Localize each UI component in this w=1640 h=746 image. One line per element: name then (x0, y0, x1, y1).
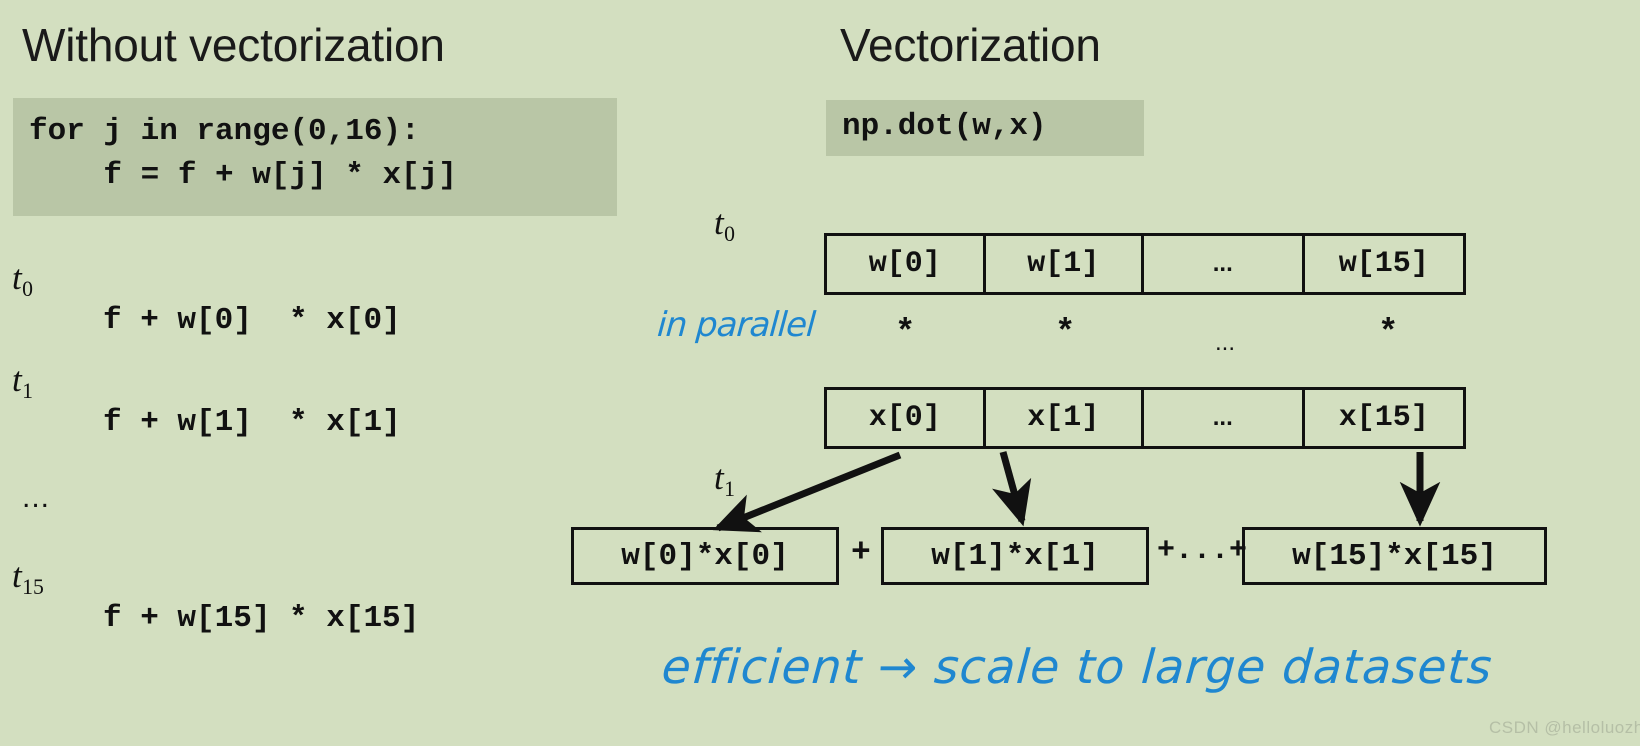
arrow-x0-to-product0 (712, 451, 902, 533)
left-time-label-t0: t0 (12, 258, 33, 301)
slide-canvas: Without vectorization for j in range(0,1… (0, 0, 1640, 746)
w-array-cell-ellipsis: ... (1144, 236, 1305, 292)
left-step-expression-1: f + w[1] * x[1] (103, 405, 401, 440)
right-time-label-t0-base: t (714, 203, 724, 242)
x-array-cell-15: x[15] (1338, 401, 1429, 435)
left-time-label-t1: t1 (12, 360, 33, 403)
x-array-cell-0: x[0] (827, 390, 986, 446)
watermark-label: CSDN @helloluozhi (1489, 718, 1640, 737)
right-time-label-t1: t1 (714, 458, 735, 501)
product-box-15: w[15]*x[15] (1242, 527, 1547, 585)
product-separator-1: +...+ (1157, 534, 1248, 568)
x-array-cell-ellipsis: ... (1144, 390, 1305, 446)
arrow-x1-to-product1 (992, 451, 1032, 527)
product-separator-0: + (851, 534, 871, 571)
left-step-expression-0: f + w[0] * x[0] (103, 303, 401, 338)
left-code-block: for j in range(0,16): f = f + w[j] * x[j… (13, 98, 617, 216)
left-column-heading: Without vectorization (22, 19, 445, 71)
left-time-label-t1-base: t (12, 360, 22, 399)
left-time-label-t0-index: 0 (22, 276, 33, 301)
x-array-row: x[0] x[1] ... x[15] (824, 387, 1466, 449)
efficient-annotation: efficient → scale to large datasets (660, 640, 1495, 695)
in-parallel-annotation: in parallel (656, 305, 817, 345)
w-array-row: w[0] w[1] ... w[15] (824, 233, 1466, 295)
multiply-star-0: * (895, 315, 916, 353)
left-time-label-t15-index: 15 (22, 574, 44, 599)
multiply-star-ellipsis: ... (1215, 329, 1236, 356)
w-array-cell-0: w[0] (827, 236, 986, 292)
w-array-cell-1: w[1] (986, 236, 1145, 292)
product-box-0: w[0]*x[0] (571, 527, 839, 585)
right-time-label-t0: t0 (714, 203, 735, 246)
product-box-1: w[1]*x[1] (881, 527, 1149, 585)
left-steps-ellipsis: ... (22, 481, 51, 514)
right-code-block: np.dot(w,x) (826, 100, 1144, 156)
left-step-expression-15: f + w[15] * x[15] (103, 601, 420, 636)
right-time-label-t1-base: t (714, 458, 724, 497)
right-column-heading: Vectorization (840, 19, 1101, 71)
w-array-cell-15: w[15] (1338, 247, 1429, 281)
multiply-star-15: * (1378, 315, 1399, 353)
left-time-label-t15-base: t (12, 556, 22, 595)
left-time-label-t1-index: 1 (22, 378, 33, 403)
right-time-label-t0-index: 0 (724, 221, 735, 246)
left-time-label-t15: t15 (12, 556, 44, 599)
left-time-label-t0-base: t (12, 258, 22, 297)
x-array-cell-1: x[1] (986, 390, 1145, 446)
right-time-label-t1-index: 1 (724, 476, 735, 501)
multiply-star-1: * (1055, 315, 1076, 353)
